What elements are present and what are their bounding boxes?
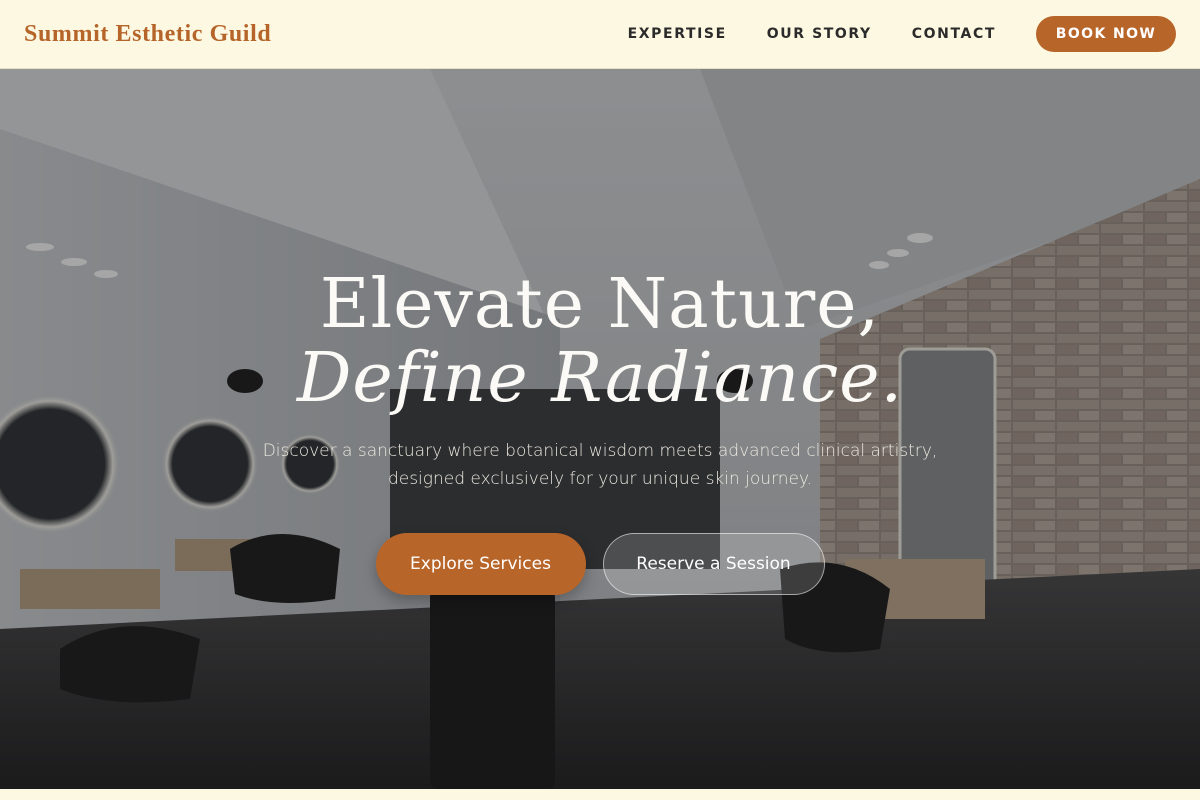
nav-link-contact[interactable]: CONTACT xyxy=(912,26,996,42)
hero-headline-line1: Elevate Nature, xyxy=(319,265,881,344)
page-bottom-strip xyxy=(0,789,1200,800)
nav-link-expertise[interactable]: EXPERTISE xyxy=(628,26,727,42)
hero-subtext: Discover a sanctuary where botanical wis… xyxy=(0,437,1200,493)
hero-subtext-line2: designed exclusively for your unique ski… xyxy=(387,469,813,489)
hero-subtext-line1: Discover a sanctuary where botanical wis… xyxy=(262,441,938,461)
hero-content: Elevate Nature, Define Radiance. Discove… xyxy=(0,269,1200,595)
explore-services-button[interactable]: Explore Services xyxy=(375,533,586,595)
hero-cta-row: Explore Services Reserve a Session xyxy=(0,533,1200,595)
nav-links: EXPERTISE OUR STORY CONTACT BOOK NOW xyxy=(628,16,1176,52)
book-now-button[interactable]: BOOK NOW xyxy=(1036,16,1176,52)
nav-link-our-story[interactable]: OUR STORY xyxy=(767,26,872,42)
reserve-session-button[interactable]: Reserve a Session xyxy=(602,533,825,595)
top-navbar: Summit Esthetic Guild EXPERTISE OUR STOR… xyxy=(0,0,1200,69)
brand-logo-text[interactable]: Summit Esthetic Guild xyxy=(24,21,271,48)
hero-section: Elevate Nature, Define Radiance. Discove… xyxy=(0,69,1200,789)
hero-headline-line2: Define Radiance. xyxy=(296,339,904,418)
